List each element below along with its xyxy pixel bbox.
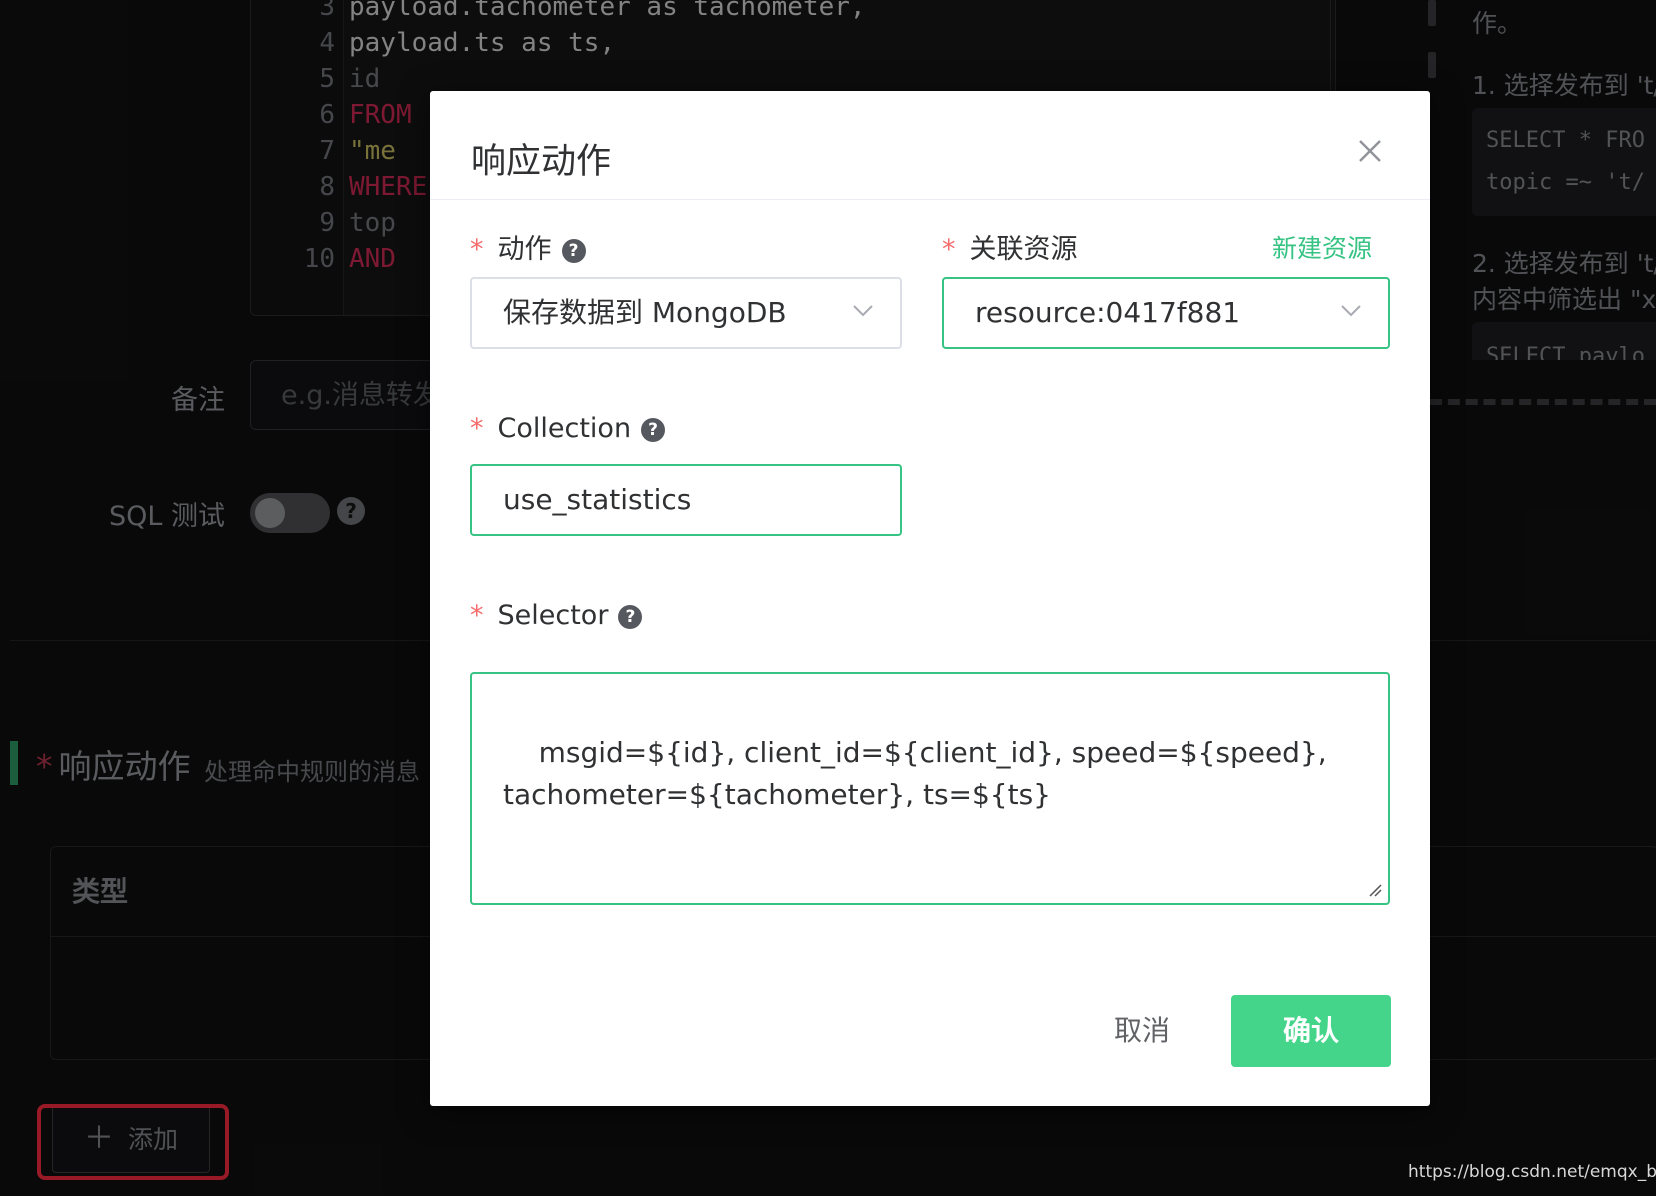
selector-label: * Selector? [470,600,643,631]
collection-input[interactable]: use_statistics [470,464,902,536]
code-line: 10 [303,244,335,274]
section-title: * 响应动作 [36,747,191,786]
dialog-header: 响应动作 [430,91,1430,200]
question-icon[interactable]: ? [337,497,365,525]
toggle-knob [255,498,285,528]
required-star: * [942,234,956,265]
code-line: 5 [319,64,335,94]
chevron-down-icon [1341,305,1361,317]
code-text: payload.ts as ts, [349,28,616,58]
panel-divider [1330,0,1331,100]
selector-value: msgid=${id}, client_id=${client_id}, spe… [503,736,1336,811]
highlight-annotation [37,1104,229,1180]
question-icon[interactable]: ? [641,418,666,442]
resource-select-value: resource:0417f881 [975,296,1241,329]
new-resource-link[interactable]: 新建资源 [1272,229,1372,265]
code-line: 9 [319,208,335,238]
action-dialog: 响应动作 * 动作? 保存数据到 MongoDB * 关联资源 新建资源 resou… [430,91,1430,1106]
required-star: * [470,413,484,444]
help-text: 2. 选择发布到 't/ [1472,249,1656,278]
chevron-down-icon [853,305,873,317]
help-code-line: SELECT * FRO [1486,128,1645,153]
required-star: * [470,234,484,265]
help-text: 内容中筛选出 "x [1472,285,1656,314]
code-line: 3 [319,0,335,22]
code-text: id [349,64,381,94]
required-star: * [36,747,53,786]
code-text: WHERE [349,172,428,202]
action-select[interactable]: 保存数据到 MongoDB [470,277,902,349]
sql-test-label: SQL 测试 [108,501,225,532]
code-line: 4 [319,28,335,58]
code-text: "me [349,136,396,166]
help-code-line: SELECT paylo [1486,344,1645,360]
code-text: FROM [349,100,412,130]
resource-label: * 关联资源 [942,234,1078,265]
selector-textarea[interactable]: msgid=${id}, client_id=${client_id}, spe… [470,672,1390,905]
remark-label: 备注 [171,385,225,416]
question-icon[interactable]: ? [561,239,586,263]
collection-label: * Collection? [470,413,666,444]
dashed-divider [1430,399,1656,405]
question-icon[interactable]: ? [618,605,643,629]
table-header-type: 类型 [72,875,129,908]
code-text: payload.tachometer as tachometer, [349,0,866,22]
code-text: top [349,208,396,238]
dialog-title: 响应动作 [471,142,612,182]
help-code-block: SELECT paylo [1472,322,1656,360]
action-select-value: 保存数据到 MongoDB [503,296,787,329]
help-text: 作。 [1472,9,1523,38]
code-text: AND [349,244,396,274]
resize-grip-icon[interactable] [1368,883,1382,897]
help-code-line: topic =~ 't/ [1486,170,1645,195]
section-subtitle: 处理命中规则的消息 [204,758,420,786]
code-line: 7 [319,136,335,166]
scrollbar-thumb[interactable] [1428,0,1436,26]
close-icon[interactable] [1356,137,1384,165]
help-code-block: SELECT * FRO topic =~ 't/ [1472,108,1656,216]
sql-test-toggle[interactable] [250,493,330,533]
action-label: * 动作? [470,227,586,266]
watermark: https://blog.csdn.net/emqx_broker [1408,1162,1656,1182]
help-text: 1. 选择发布到 't/ [1472,71,1656,100]
cancel-button[interactable]: 取消 [1082,995,1202,1067]
confirm-button[interactable]: 确认 [1231,995,1391,1067]
resource-select[interactable]: resource:0417f881 [942,277,1390,349]
help-side-panel: 作。 1. 选择发布到 't/ SELECT * FRO topic =~ 't… [1472,0,1656,360]
scrollbar-thumb[interactable] [1428,52,1436,78]
required-star: * [470,600,484,631]
code-line: 6 [319,100,335,130]
code-line: 8 [319,172,335,202]
section-accent-bar [10,741,18,785]
